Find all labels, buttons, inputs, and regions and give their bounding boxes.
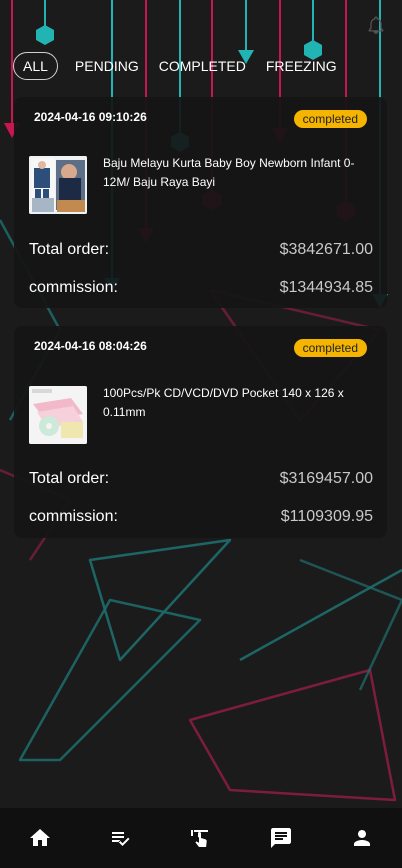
tab-freezing[interactable]: FREEZING (258, 52, 345, 80)
total-order-label: Total order: (29, 241, 110, 258)
product-image (29, 156, 87, 214)
order-list-icon (111, 832, 130, 846)
home-icon (30, 829, 51, 846)
commission-value: $1109309.95 (280, 508, 373, 525)
nav-orders[interactable] (101, 818, 141, 858)
nav-messages[interactable] (261, 818, 301, 858)
order-datetime: 2024-04-16 09:10:26 (34, 110, 147, 124)
product-image (29, 386, 87, 444)
commission-label: commission: (29, 279, 118, 296)
order-datetime: 2024-04-16 08:04:26 (34, 339, 147, 353)
order-card[interactable]: 2024-04-16 09:10:26 completed Baju Melay… (14, 97, 387, 308)
nav-home[interactable] (20, 818, 60, 858)
tab-pending[interactable]: PENDING (67, 52, 147, 80)
total-order-value: $3842671.00 (279, 241, 373, 258)
bottom-navigation (0, 808, 402, 868)
order-card[interactable]: 2024-04-16 08:04:26 completed 100Pcs/Pk … (14, 326, 387, 538)
status-badge: completed (293, 339, 367, 357)
nav-profile[interactable] (342, 818, 382, 858)
profile-icon (353, 830, 370, 846)
product-name: 100Pcs/Pk CD/VCD/DVD Pocket 140 x 126 x … (103, 386, 344, 419)
bell-icon[interactable] (366, 15, 386, 35)
status-tabs: ALL PENDING COMPLETED FREEZING (13, 52, 345, 80)
status-badge: completed (293, 110, 367, 128)
message-icon (271, 828, 292, 848)
commission-value: $1344934.85 (279, 279, 373, 296)
tap-icon (190, 830, 208, 847)
nav-tap[interactable] (181, 818, 221, 858)
tab-all[interactable]: ALL (13, 52, 58, 80)
tab-completed[interactable]: COMPLETED (151, 52, 254, 80)
commission-label: commission: (29, 508, 118, 525)
total-order-label: Total order: (29, 470, 110, 487)
total-order-value: $3169457.00 (279, 470, 373, 487)
product-name: Baju Melayu Kurta Baby Boy Newborn Infan… (103, 156, 355, 189)
